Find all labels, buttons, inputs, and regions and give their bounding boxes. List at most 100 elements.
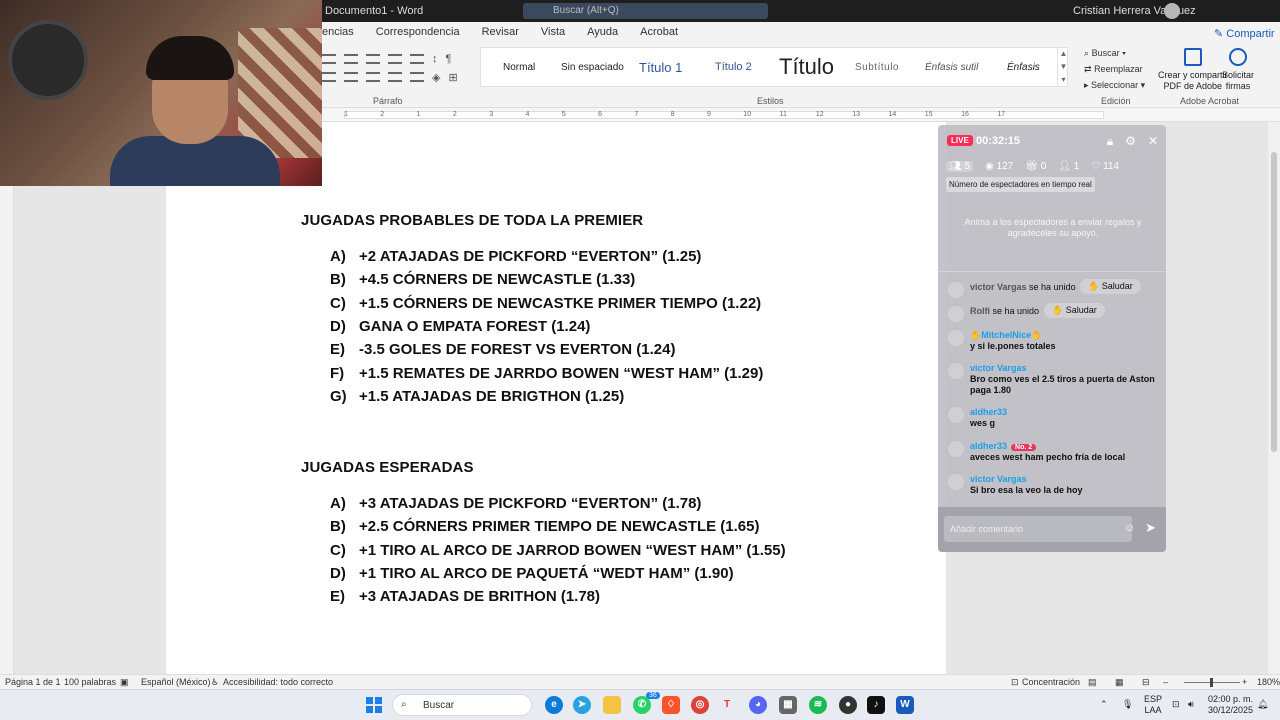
commenter-name[interactable]: aldher33 No. 2 — [970, 441, 1037, 451]
clock[interactable]: 02:00 p. m. 30/12/2025 — [1208, 694, 1253, 716]
read-mode-icon[interactable]: ▤ — [1088, 677, 1097, 688]
zoom-in-icon[interactable]: + — [1242, 677, 1247, 687]
bullets-icon[interactable] — [322, 54, 336, 64]
volume-icon[interactable]: 🔊︎ — [1188, 699, 1194, 710]
comment-input[interactable]: Añadir comentario — [944, 516, 1132, 542]
proofing-icon[interactable]: ▣ — [120, 677, 129, 688]
microphone-icon[interactable]: 🎙︎ — [1122, 699, 1133, 710]
request-signatures-button[interactable]: Solicitar firmas — [1222, 48, 1254, 92]
discord-icon[interactable]: ◕ — [749, 696, 767, 714]
tab-acrobat[interactable]: Acrobat — [640, 26, 678, 38]
avatar[interactable] — [948, 282, 964, 298]
find-button[interactable]: ⌕ Buscar ▾ — [1084, 45, 1145, 61]
views-stat[interactable]: ◉ 127 — [985, 161, 1013, 172]
avatar[interactable] — [948, 363, 964, 379]
decrease-indent-icon[interactable] — [388, 54, 402, 64]
chrome-icon[interactable]: ◎ — [691, 696, 709, 714]
commenter-name[interactable]: victor Vargas — [970, 363, 1027, 373]
avatar[interactable] — [948, 330, 964, 346]
style-titulo-1[interactable]: Título 1 — [639, 48, 682, 86]
taskbar-search[interactable]: ⌕ Buscar — [392, 694, 532, 716]
calculator-icon[interactable]: ▦ — [779, 696, 797, 714]
viewers-now-stat[interactable]: 👥︎ 5 — [946, 161, 974, 172]
style-enfasis[interactable]: Énfasis — [1007, 48, 1040, 86]
commenter-name[interactable]: victor Vargas — [970, 474, 1027, 484]
title-search-box[interactable]: Buscar (Alt+Q) — [523, 3, 768, 19]
tab-revisar[interactable]: Revisar — [482, 26, 519, 38]
accessibility-status[interactable]: Accesibilidad: todo correcto — [223, 677, 333, 687]
increase-indent-icon[interactable] — [410, 54, 424, 64]
brave-icon[interactable]: ♢ — [662, 696, 680, 714]
tab-vista[interactable]: Vista — [541, 26, 565, 38]
zoom-out-icon[interactable]: – — [1163, 677, 1168, 687]
style-enfasis-sutil[interactable]: Énfasis sutil — [925, 48, 978, 86]
zoom-level[interactable]: 180% — [1257, 677, 1280, 687]
tiktok-icon[interactable]: ♪ — [867, 696, 885, 714]
justify-icon[interactable] — [388, 72, 402, 82]
send-icon[interactable]: ➤ — [1145, 520, 1156, 536]
followers-stat[interactable]: 👤︎ 1 — [1058, 161, 1079, 172]
web-layout-icon[interactable]: ⊟ — [1142, 677, 1150, 688]
language-indicator[interactable]: ESP LAA — [1144, 694, 1162, 716]
style-subtitulo[interactable]: Subtítulo — [855, 48, 899, 86]
share-button[interactable]: ✎ Compartir — [1214, 27, 1275, 40]
style-sin-espaciado[interactable]: Sin espaciado — [561, 48, 624, 86]
style-normal[interactable]: Normal — [503, 48, 535, 86]
borders-icon[interactable]: ⊞ — [448, 71, 457, 84]
greet-button[interactable]: ✋ Saludar — [1080, 279, 1141, 294]
word-icon[interactable]: W — [896, 696, 914, 714]
likes-stat[interactable]: ♡ 114 — [1091, 161, 1119, 172]
network-icon[interactable]: ⊡ — [1172, 699, 1180, 710]
focus-mode[interactable]: Concentración — [1022, 677, 1080, 687]
pilcrow-icon[interactable]: ¶ — [446, 53, 452, 65]
create-pdf-button[interactable]: Crear y compartir PDF de Adobe — [1158, 48, 1228, 92]
page-count[interactable]: Página 1 de 1 — [5, 677, 61, 687]
select-button[interactable]: ▸ Seleccionar ▾ — [1084, 77, 1145, 93]
notification-icon[interactable]: 🔔︎ — [1257, 699, 1268, 710]
obs-icon[interactable]: ● — [839, 696, 857, 714]
print-layout-icon[interactable]: ▦ — [1115, 677, 1124, 688]
word-count[interactable]: 100 palabras — [64, 677, 116, 687]
spotify-icon[interactable]: ≋ — [809, 696, 827, 714]
edge-icon[interactable]: e — [545, 696, 563, 714]
user-avatar[interactable] — [1164, 3, 1180, 19]
avatar[interactable] — [948, 306, 964, 322]
telegram-icon[interactable]: ➤ — [573, 696, 591, 714]
windows-start-icon[interactable] — [366, 697, 382, 713]
lock-icon[interactable]: 🔒︎ — [1107, 134, 1113, 149]
typora-icon[interactable]: T — [718, 696, 736, 714]
close-icon[interactable]: ✕ — [1148, 134, 1158, 149]
commenter-name[interactable]: ✋MitchelNice✋ — [970, 330, 1042, 341]
sort-icon[interactable]: ↕ — [432, 53, 438, 65]
tab-ayuda[interactable]: Ayuda — [587, 26, 618, 38]
align-right-icon[interactable] — [366, 72, 380, 82]
tab-correspondencia[interactable]: Correspondencia — [376, 26, 460, 38]
settings-icon[interactable]: ⚙ — [1125, 134, 1136, 149]
style-titulo[interactable]: Título — [779, 48, 834, 86]
commenter-name[interactable]: victor Vargas — [970, 282, 1027, 292]
styles-scroll[interactable]: ▲ ▼ ▾ — [1057, 47, 1069, 87]
commenter-name[interactable]: aldher33 — [970, 407, 1007, 417]
gifts-stat[interactable]: 🎁︎ 0 — [1025, 161, 1046, 172]
avatar[interactable] — [948, 407, 964, 423]
tray-chevron-icon[interactable]: ⌃ — [1100, 699, 1108, 710]
tab-referencias[interactable]: encias — [322, 26, 354, 38]
style-titulo-2[interactable]: Título 2 — [715, 48, 752, 86]
commenter-name[interactable]: Rolfi — [970, 306, 990, 316]
shading-icon[interactable]: ◈ — [432, 71, 440, 84]
numbering-icon[interactable] — [344, 54, 358, 64]
emoji-icon[interactable]: ☺ — [1124, 522, 1135, 534]
greet-button[interactable]: ✋ Saludar — [1044, 303, 1105, 318]
line-spacing-icon[interactable] — [410, 72, 424, 82]
align-left-icon[interactable] — [322, 72, 336, 82]
language[interactable]: Español (México) — [141, 677, 211, 687]
align-center-icon[interactable] — [344, 72, 358, 82]
horizontal-ruler[interactable]: 1 2 1 2 3 4 5 6 7 8 9 10 11 12 13 14 15 16 17 — [322, 108, 1280, 122]
scrollbar-thumb[interactable] — [1271, 152, 1277, 452]
multilevel-icon[interactable] — [366, 54, 380, 64]
avatar[interactable] — [948, 441, 964, 457]
avatar[interactable] — [948, 474, 964, 490]
vertical-scrollbar[interactable] — [1268, 122, 1280, 674]
folder-icon[interactable] — [603, 696, 621, 714]
replace-button[interactable]: ⇄ Reemplazar — [1084, 61, 1145, 77]
